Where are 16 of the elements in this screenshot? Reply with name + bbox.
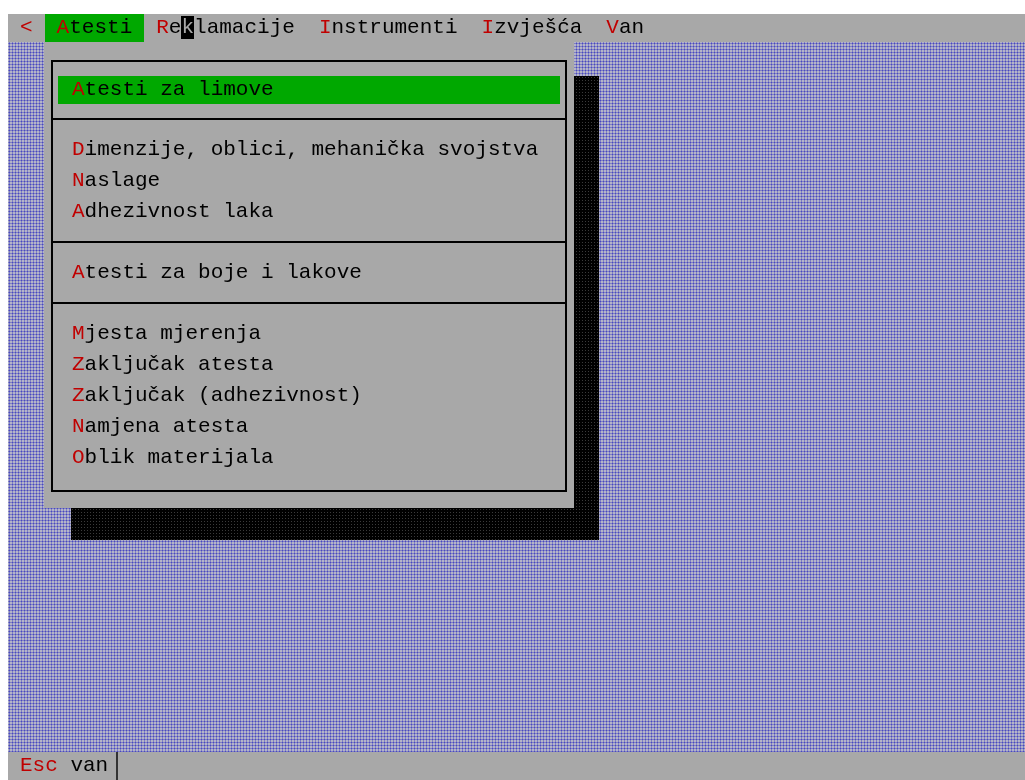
menu-item[interactable]: Instrumenti [306,14,470,42]
menu-item[interactable]: Izvješća [469,14,595,42]
menu-item[interactable]: Mjesta mjerenja [58,318,560,349]
menu-item[interactable]: Oblik materijala [58,442,560,473]
menu-item[interactable]: Naslage [58,165,560,196]
key-hint: Esc van [8,752,119,780]
menu-item[interactable]: Atesti [44,14,145,42]
menu-item[interactable]: Atesti za limove [58,76,560,104]
menu-item[interactable]: Atesti za boje i lakove [58,257,560,288]
menu-item[interactable]: Van [594,14,657,42]
menu-item[interactable]: Reklamacije [144,14,307,42]
menu-item[interactable]: Dimenzije, oblici, mehanička svojstva [58,134,560,165]
menu-item[interactable]: Zaključak atesta [58,349,560,380]
menu-item[interactable]: Adhezivnost laka [58,196,560,227]
menu-item[interactable]: Namjena atesta [58,411,560,442]
menu-item[interactable]: Zaključak (adhezivnost) [58,380,560,411]
